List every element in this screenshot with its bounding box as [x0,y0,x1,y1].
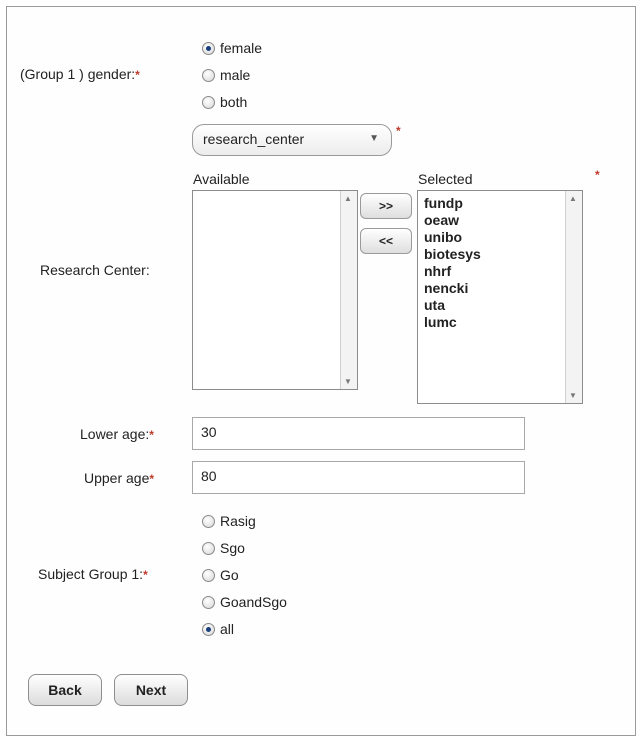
gender-label: (Group 1 ) gender:* [20,66,140,82]
required-marker: * [149,472,155,486]
list-item[interactable]: uta [424,297,582,314]
list-item[interactable]: biotesys [424,246,582,263]
list-item[interactable]: nhrf [424,263,582,280]
radio-button[interactable] [202,95,215,109]
required-marker: * [396,124,401,138]
radio-button-checked[interactable] [202,622,215,636]
subject-group-option-goandsgo[interactable]: GoandSgo [202,594,287,610]
required-marker: * [135,68,140,82]
list-item[interactable]: nencki [424,280,582,297]
list-item[interactable]: unibo [424,229,582,246]
lower-age-input[interactable]: 30 [192,417,525,450]
gender-option-male[interactable]: male [202,67,250,83]
radio-button[interactable] [202,595,215,609]
scroll-up-icon[interactable]: ▲ [344,194,352,203]
radio-button[interactable] [202,514,215,528]
back-button[interactable]: Back [28,674,102,706]
radio-label: male [220,67,251,83]
gender-option-female[interactable]: female [202,40,262,56]
available-listbox[interactable]: ▲ ▼ [192,190,358,390]
upper-age-label-text: Upper age [84,470,150,486]
required-marker: * [149,428,154,442]
radio-button[interactable] [202,68,215,82]
scrollbar[interactable]: ▲ ▼ [340,191,357,389]
radio-label: Go [220,567,239,583]
radio-label: Rasig [220,513,256,529]
subject-group-option-go[interactable]: Go [202,567,239,583]
lower-age-label: Lower age:* [80,426,154,442]
add-selected-button[interactable]: >> [360,193,412,219]
list-item[interactable]: fundp [424,195,582,212]
scroll-down-icon[interactable]: ▼ [569,391,577,400]
group-by-select[interactable]: research_center ▼ [192,124,392,156]
selected-caption: Selected [418,171,473,187]
list-item[interactable]: oeaw [424,212,582,229]
radio-button[interactable] [202,541,215,555]
subject-group-option-sgo[interactable]: Sgo [202,540,245,556]
scrollbar[interactable]: ▲ ▼ [565,191,582,403]
chevron-down-icon: ▼ [369,133,379,144]
list-item[interactable]: lumc [424,314,582,331]
subject-group-label: Subject Group 1:* [38,566,148,582]
available-caption: Available [193,171,250,187]
subject-group-label-text: Subject Group 1: [38,566,144,582]
gender-option-both[interactable]: both [202,94,247,110]
radio-label: female [220,40,263,56]
required-marker: * [143,568,148,582]
required-marker: * [595,168,600,182]
remove-selected-button[interactable]: << [360,228,412,254]
research-center-label: Research Center: [40,262,150,278]
upper-age-label: Upper age* [84,470,154,486]
radio-label: all [220,621,235,637]
subject-group-option-rasig[interactable]: Rasig [202,513,256,529]
subject-group-option-all[interactable]: all [202,621,234,637]
upper-age-input[interactable]: 80 [192,461,525,494]
gender-label-text: (Group 1 ) gender: [20,66,136,82]
lower-age-label-text: Lower age: [80,426,150,442]
radio-label: Sgo [220,540,245,556]
scroll-down-icon[interactable]: ▼ [344,377,352,386]
radio-button[interactable] [202,568,215,582]
next-button[interactable]: Next [114,674,188,706]
radio-label: GoandSgo [220,594,287,610]
radio-label: both [220,94,248,110]
scroll-up-icon[interactable]: ▲ [569,194,577,203]
radio-button-checked[interactable] [202,41,215,55]
group-by-select-value: research_center [203,131,305,147]
selected-listbox[interactable]: fundp oeaw unibo biotesys nhrf nencki ut… [417,190,583,404]
